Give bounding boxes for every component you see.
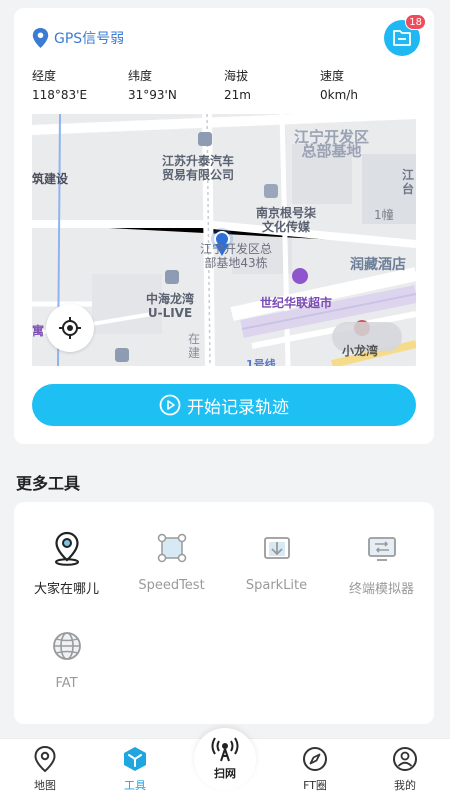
map-label-jian: 建 [188,346,201,360]
stat-longitude: 经度 118°83'E [32,69,88,102]
map-label-hq43: 江宁开发区总 部基地43栋 [200,242,273,270]
map-label-jiangsu-auto: 江苏升泰汽车 贸易有限公司 [162,154,235,182]
tool-where-is-everyone[interactable]: 大家在哪儿 [14,528,119,597]
map-label-yu: 寓 [32,324,45,338]
tab-scan-network[interactable]: 扫网 [194,728,256,790]
map-label-line1: 1号线 [246,358,276,366]
folder-icon [393,30,411,46]
antenna-icon [211,737,239,762]
play-circle-icon [159,394,181,416]
stat-altitude: 海拔 21m [224,69,251,102]
map-label-zai: 在 [188,332,201,346]
sparklite-icon [263,537,290,559]
tab-tools[interactable]: 工具 [90,745,180,793]
tool-fat[interactable]: FAT [14,626,119,691]
tab-map[interactable]: 地图 [0,745,90,793]
tab-mine[interactable]: 我的 [360,745,450,793]
stat-latitude: 纬度 31°93'N [128,69,177,102]
tool-sparklite[interactable]: SparkLite [224,528,329,593]
gps-status: GPS信号弱 [32,28,124,48]
map-label-century-market: 世纪华联超市 [260,296,333,310]
map-label-zhu-jianshe: 筑建设 [32,172,69,186]
map-label-jiang-right: 江 台 [402,168,415,196]
map-label-xiaolongwan: 小龙湾 [342,344,379,358]
tab-ft-circle[interactable]: FT圈 [270,745,360,793]
tool-speedtest[interactable]: SpeedTest [119,528,224,593]
location-pin-icon [32,28,49,48]
user-icon [393,747,417,771]
gps-status-text: GPS信号弱 [54,31,125,47]
more-tools-title: 更多工具 [16,474,81,493]
location-card: GPS信号弱 18 经度 118°83'E 纬度 31°93'N 海拔 21m … [14,8,434,444]
cube-icon [124,747,146,771]
map-label-building1: 1幢 [374,208,394,222]
start-record-button[interactable]: 开始记录轨迹 [32,384,416,426]
speedtest-icon [157,533,186,563]
map-pin-icon [34,745,56,773]
tool-terminal-simulator[interactable]: 终端模拟器 [329,528,434,597]
map-label-jiangning-dev: 江宁开发区 总部基地 [294,128,370,160]
compass-icon [303,747,327,771]
tools-grid: 大家在哪儿 SpeedTest SparkLite 终端模拟器 FAT [14,502,434,724]
stats-row: 经度 118°83'E 纬度 31°93'N 海拔 21m 速度 0km/h [32,68,416,108]
terminal-simulator-icon [367,537,396,561]
start-record-label: 开始记录轨迹 [187,397,289,418]
map-label-zhonghai: 中海龙湾 U-LIVE [146,292,195,320]
stat-speed: 速度 0km/h [320,69,358,102]
map-label-nanjing-media: 南京根号柒 文化传媒 [256,206,317,234]
crosshair-icon [59,317,81,339]
map-label-runcang-hotel: 润藏酒店 [350,257,406,273]
globe-icon [52,632,81,660]
files-badge: 18 [405,14,426,30]
locate-me-button[interactable] [46,304,94,352]
location-pin-icon [54,531,79,566]
